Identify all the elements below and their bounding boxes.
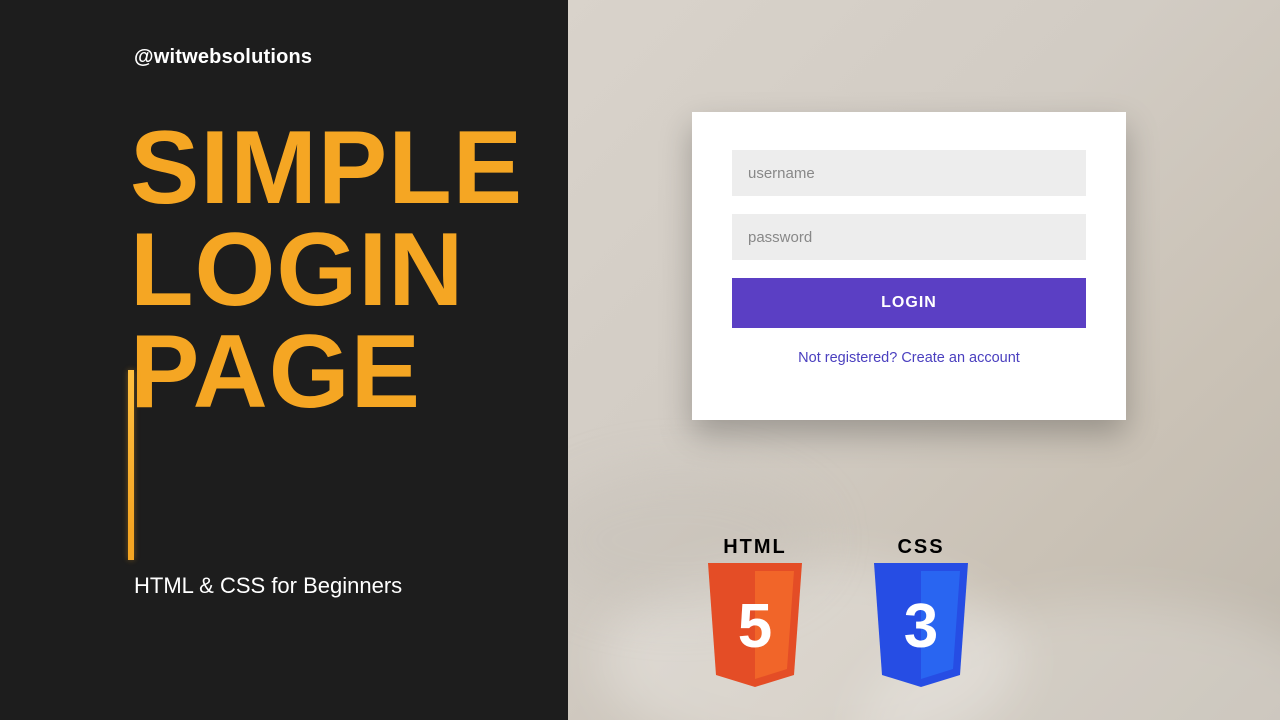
html-label: HTML — [723, 536, 787, 559]
password-input[interactable] — [732, 214, 1086, 260]
css3-shield-icon: 3 — [866, 563, 976, 691]
css3-logo: CSS 3 — [866, 536, 976, 691]
html5-shield-icon: 5 — [700, 563, 810, 691]
title-panel: @witwebsolutions SIMPLE LOGIN PAGE HTML … — [0, 0, 568, 720]
create-account-link[interactable]: Not registered? Create an account — [732, 350, 1086, 366]
css3-glyph: 3 — [904, 592, 938, 661]
headline-line-2: LOGIN — [130, 220, 523, 322]
headline-line-3: PAGE — [130, 322, 523, 424]
tech-logos: HTML 5 CSS 3 — [700, 536, 976, 691]
html5-glyph: 5 — [738, 592, 772, 661]
username-input[interactable] — [732, 150, 1086, 196]
login-card: LOGIN Not registered? Create an account — [692, 112, 1126, 420]
headline-accent-bar — [128, 370, 134, 560]
thumbnail-stage: @witwebsolutions SIMPLE LOGIN PAGE HTML … — [0, 0, 1280, 720]
headline-line-1: SIMPLE — [130, 118, 523, 220]
author-handle: @witwebsolutions — [134, 46, 312, 69]
subtitle: HTML & CSS for Beginners — [134, 573, 402, 599]
headline: SIMPLE LOGIN PAGE — [130, 118, 523, 424]
css-label: CSS — [897, 536, 944, 559]
html5-logo: HTML 5 — [700, 536, 810, 691]
login-button[interactable]: LOGIN — [732, 278, 1086, 328]
